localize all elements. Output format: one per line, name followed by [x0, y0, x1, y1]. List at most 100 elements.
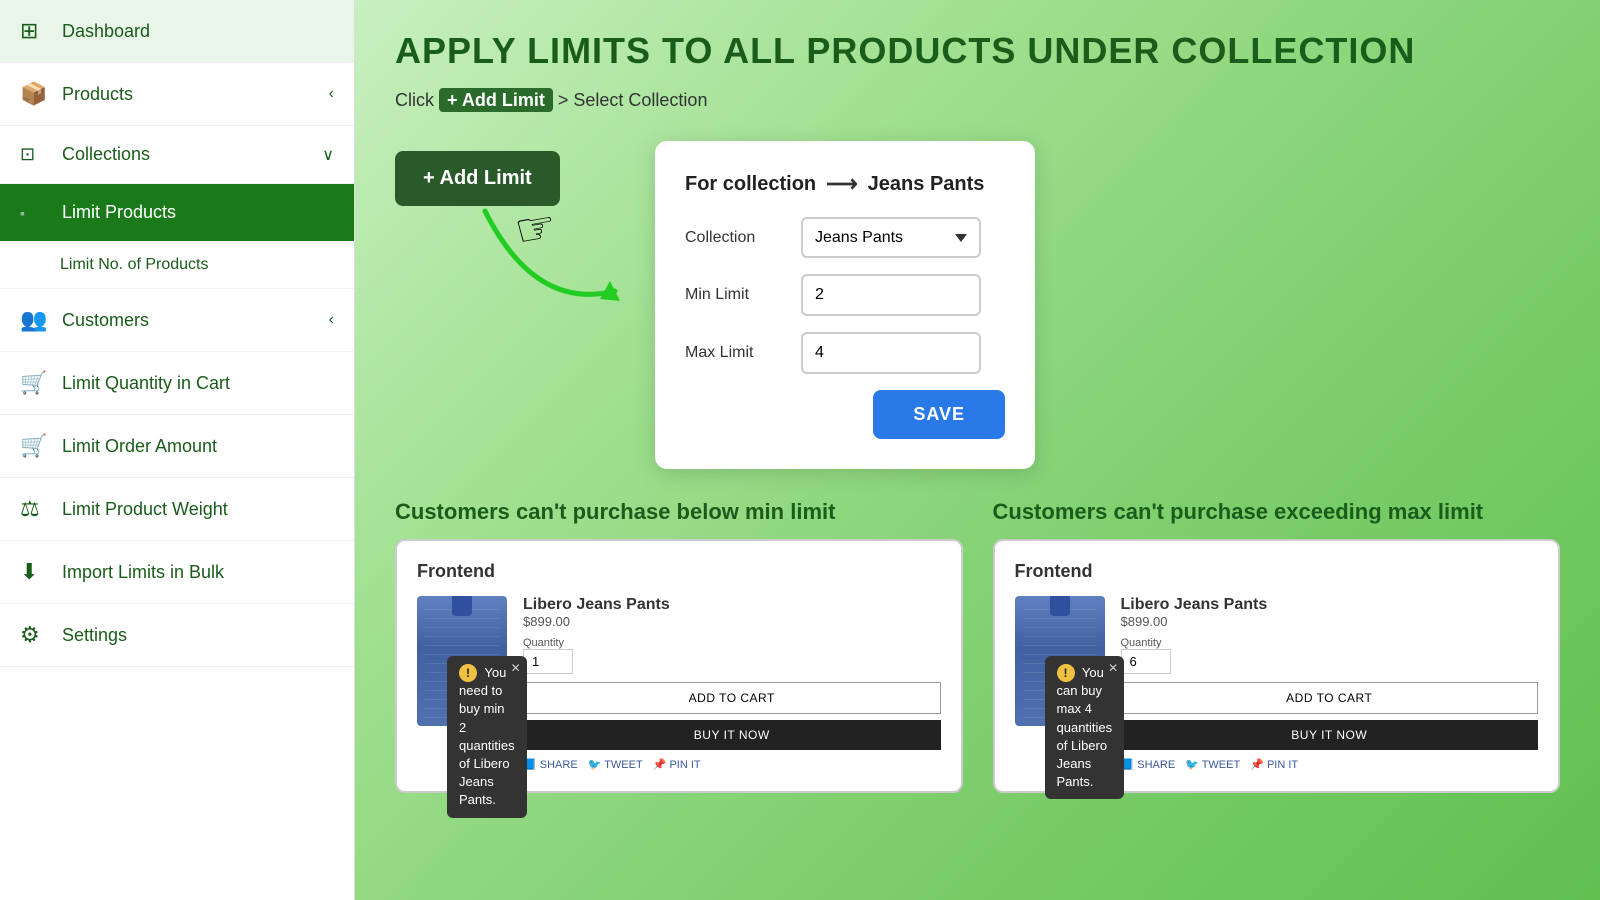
demo2-pin[interactable]: 📌 PIN IT	[1250, 758, 1298, 771]
demo1-tweet[interactable]: 🐦 TWEET	[588, 758, 643, 771]
demo2-buy-now-btn[interactable]: BUY IT NOW	[1121, 720, 1539, 750]
demo2-frontend-card: Frontend ✕ ! You can buy max 4 quantitie…	[993, 539, 1561, 793]
demo2-tooltip-text: You can buy max 4 quantities of Libero J…	[1057, 665, 1113, 789]
settings-icon: ⚙	[20, 622, 48, 648]
sidebar-item-limit-quantity[interactable]: 🛒 Limit Quantity in Cart	[0, 352, 354, 415]
sidebar-label-limit-weight: Limit Product Weight	[62, 499, 228, 520]
sidebar-item-settings[interactable]: ⚙ Settings	[0, 604, 354, 667]
subtitle-suffix: > Select Collection	[558, 90, 708, 110]
demo2-frontend-title: Frontend	[1015, 561, 1539, 582]
sidebar-label-limit-quantity: Limit Quantity in Cart	[62, 373, 230, 394]
demo1-share-row: 📘 SHARE 🐦 TWEET 📌 PIN IT	[523, 758, 941, 771]
sidebar-label-customers: Customers	[62, 310, 149, 331]
sidebar-item-limit-order[interactable]: 🛒 Limit Order Amount	[0, 415, 354, 478]
min-limit-label: Min Limit	[685, 286, 785, 304]
demo1-product-price: $899.00	[523, 614, 941, 629]
subtitle-prefix: Click	[395, 90, 434, 110]
min-limit-input[interactable]	[801, 274, 981, 316]
demo1-tooltip-close[interactable]: ✕	[511, 660, 521, 677]
demo2-product-name: Libero Jeans Pants	[1121, 596, 1539, 614]
max-limit-row: Max Limit	[685, 332, 1005, 374]
demo1-product-row: ✕ ! You need to buy min 2 quantities of …	[417, 596, 941, 771]
weight-icon: ⚖	[20, 496, 48, 522]
import-icon: ⬇	[20, 559, 48, 585]
warning-icon-2: !	[1057, 664, 1075, 682]
demo-max-limit: Customers can't purchase exceeding max l…	[993, 499, 1561, 793]
demo1-share[interactable]: 📘 SHARE	[523, 758, 578, 771]
arrow-right-icon: ⟶	[826, 171, 858, 197]
add-limit-highlight: + Add Limit	[439, 88, 553, 112]
demo1-qty-label: Quantity	[523, 637, 941, 649]
sidebar-label-products: Products	[62, 84, 133, 105]
demo2-qty-input[interactable]	[1121, 649, 1171, 674]
page-title: APPLY LIMITS TO ALL PRODUCTS UNDER COLLE…	[395, 30, 1560, 72]
sidebar-label-dashboard: Dashboard	[62, 21, 150, 42]
subtitle-btn-label: + Add Limit	[439, 88, 558, 112]
min-limit-row: Min Limit	[685, 274, 1005, 316]
chevron-left-icon: ‹	[329, 85, 334, 103]
sidebar-item-import-limits[interactable]: ⬇ Import Limits in Bulk	[0, 541, 354, 604]
demo2-share[interactable]: 📘 SHARE	[1121, 758, 1176, 771]
max-limit-label: Max Limit	[685, 344, 785, 362]
collections-icon: ⊡	[20, 144, 48, 165]
demo2-tweet[interactable]: 🐦 TWEET	[1185, 758, 1240, 771]
demo1-tooltip-text: You need to buy min 2 quantities of Libe…	[459, 665, 515, 807]
demo2-product-row: ✕ ! You can buy max 4 quantities of Libe…	[1015, 596, 1539, 771]
order-icon: 🛒	[20, 433, 48, 459]
demo1-qty-input[interactable]	[523, 649, 573, 674]
collection-label: Collection	[685, 229, 785, 247]
main-content: APPLY LIMITS TO ALL PRODUCTS UNDER COLLE…	[355, 0, 1600, 900]
sidebar-label-import-limits: Import Limits in Bulk	[62, 562, 224, 583]
collection-row: Collection Jeans Pants T-Shirts Shoes Ac…	[685, 217, 1005, 258]
warning-icon: !	[459, 664, 477, 682]
demo1-product-name: Libero Jeans Pants	[523, 596, 941, 614]
sidebar-label-limit-products: Limit Products	[62, 202, 176, 223]
sidebar-label-collections: Collections	[62, 144, 150, 165]
collection-form-card: For collection ⟶ Jeans Pants Collection …	[655, 141, 1035, 469]
subtitle: Click + Add Limit > Select Collection	[395, 90, 1560, 111]
cart-icon: 🛒	[20, 370, 48, 396]
demo2-add-cart-btn[interactable]: ADD TO CART	[1121, 682, 1539, 714]
chevron-down-icon: ∨	[322, 145, 334, 165]
form-header-collection: Jeans Pants	[868, 173, 985, 196]
chevron-left-customers-icon: ‹	[329, 311, 334, 329]
demo2-tooltip-close[interactable]: ✕	[1108, 660, 1118, 677]
bottom-section: Customers can't purchase below min limit…	[395, 499, 1560, 793]
demo1-frontend-title: Frontend	[417, 561, 941, 582]
customers-icon: 👥	[20, 307, 48, 333]
collection-select[interactable]: Jeans Pants T-Shirts Shoes Accessories	[801, 217, 981, 258]
demo1-buy-now-btn[interactable]: BUY IT NOW	[523, 720, 941, 750]
sidebar-item-limit-weight[interactable]: ⚖ Limit Product Weight	[0, 478, 354, 541]
sidebar-item-dashboard[interactable]: ⊞ Dashboard	[0, 0, 354, 63]
sidebar-label-limit-order: Limit Order Amount	[62, 436, 217, 457]
demo2-share-row: 📘 SHARE 🐦 TWEET 📌 PIN IT	[1121, 758, 1539, 771]
top-section: + Add Limit ☞ For collection ⟶ Jeans Pan…	[395, 141, 1560, 469]
sidebar-item-limit-products[interactable]: ▪ Limit Products	[0, 184, 354, 242]
sidebar-label-settings: Settings	[62, 625, 127, 646]
form-card-header: For collection ⟶ Jeans Pants	[685, 171, 1005, 197]
demo2-product-price: $899.00	[1121, 614, 1539, 629]
demo1-frontend-card: Frontend ✕ ! You need to buy min 2 quant…	[395, 539, 963, 793]
limit-products-icon: ▪	[20, 205, 48, 221]
demo1-pin[interactable]: 📌 PIN IT	[653, 758, 701, 771]
button-arrow-area: + Add Limit ☞	[395, 141, 615, 206]
demo2-label: Customers can't purchase exceeding max l…	[993, 499, 1561, 525]
sidebar-label-limit-no-products: Limit No. of Products	[60, 256, 209, 274]
sidebar-item-products[interactable]: 📦 Products ‹	[0, 63, 354, 126]
sidebar-item-collections[interactable]: ⊡ Collections ∨	[0, 126, 354, 184]
demo1-label: Customers can't purchase below min limit	[395, 499, 963, 525]
sidebar: ⊞ Dashboard 📦 Products ‹ ⊡ Collections ∨…	[0, 0, 355, 900]
form-header-prefix: For collection	[685, 173, 816, 196]
sidebar-subitem-limit-no-products[interactable]: Limit No. of Products	[0, 242, 354, 289]
demo1-add-cart-btn[interactable]: ADD TO CART	[523, 682, 941, 714]
demo-min-limit: Customers can't purchase below min limit…	[395, 499, 963, 793]
curved-arrow-svg	[455, 191, 655, 351]
dashboard-icon: ⊞	[20, 18, 48, 44]
save-button[interactable]: SAVE	[873, 390, 1005, 439]
demo1-product-info: Libero Jeans Pants $899.00 Quantity ADD …	[523, 596, 941, 771]
sidebar-item-customers[interactable]: 👥 Customers ‹	[0, 289, 354, 352]
demo2-product-info: Libero Jeans Pants $899.00 Quantity ADD …	[1121, 596, 1539, 771]
demo2-tooltip: ✕ ! You can buy max 4 quantities of Libe…	[1045, 656, 1125, 799]
demo1-tooltip: ✕ ! You need to buy min 2 quantities of …	[447, 656, 527, 818]
max-limit-input[interactable]	[801, 332, 981, 374]
